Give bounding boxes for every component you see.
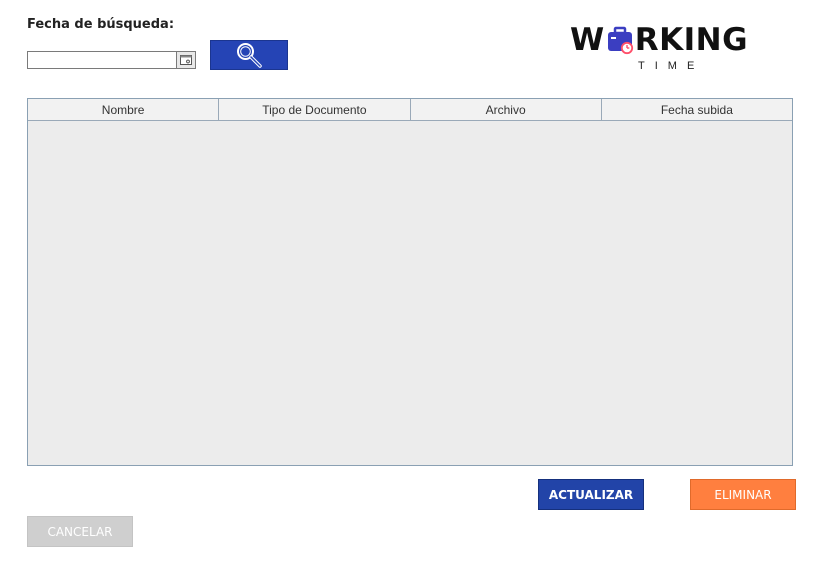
briefcase-clock-icon <box>606 25 634 55</box>
logo-subtitle: TIME <box>638 60 705 72</box>
search-button[interactable] <box>210 40 288 70</box>
working-time-logo: W RKING TIME <box>570 22 765 77</box>
cancel-button[interactable]: CANCELAR <box>27 516 133 547</box>
table-header: Nombre Tipo de Documento Archivo Fecha s… <box>28 99 792 121</box>
documents-table: Nombre Tipo de Documento Archivo Fecha s… <box>27 98 793 466</box>
logo-text-start: W <box>570 22 605 58</box>
column-header-nombre[interactable]: Nombre <box>28 99 220 120</box>
column-header-tipo-documento[interactable]: Tipo de Documento <box>219 99 411 120</box>
search-date-input[interactable] <box>27 51 177 69</box>
column-header-archivo[interactable]: Archivo <box>410 99 602 120</box>
calendar-icon <box>180 55 192 65</box>
delete-button[interactable]: ELIMINAR <box>690 479 796 510</box>
calendar-button[interactable] <box>176 51 196 69</box>
column-header-fecha-subida[interactable]: Fecha subida <box>601 99 792 120</box>
logo-text-end: RKING <box>634 22 749 58</box>
magnifier-icon <box>237 43 262 68</box>
search-date-label: Fecha de búsqueda: <box>27 17 175 32</box>
document-search-page: Fecha de búsqueda: W RKING TIME Nombre T… <box>0 0 822 565</box>
logo-wordmark: W RKING <box>570 22 748 58</box>
update-button[interactable]: ACTUALIZAR <box>538 479 644 510</box>
